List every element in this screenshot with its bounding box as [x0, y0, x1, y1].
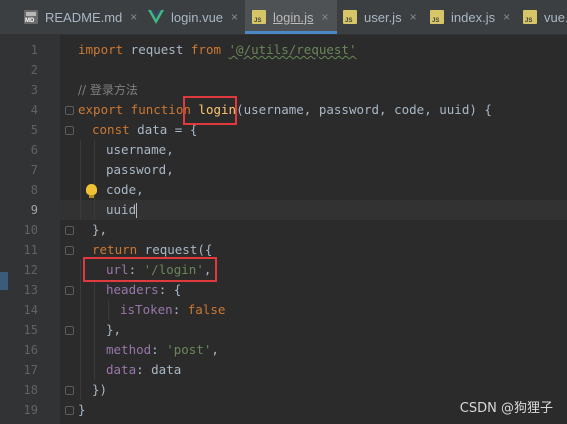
code-line-14: isToken: false [120, 300, 225, 320]
line-number: 8 [30, 183, 38, 197]
indent-guide [94, 280, 95, 380]
tab-label: README.md [45, 9, 123, 25]
keyword: return [92, 242, 138, 257]
property: headers [106, 282, 159, 297]
code-text: request({ [137, 242, 213, 257]
editor-tab-bar: README.md × login.vue × login.js × user.… [0, 0, 567, 35]
line-number: 12 [23, 263, 38, 277]
code-line-5: const data = { [92, 120, 197, 140]
line-number: 18 [23, 383, 38, 397]
property: isToken [120, 302, 173, 317]
js-file-icon [523, 10, 537, 24]
js-file-icon [430, 10, 444, 24]
fold-marker-icon[interactable] [65, 286, 74, 295]
line-number: 4 [30, 103, 38, 117]
tab-label: login.js [273, 9, 314, 25]
keyword: false [187, 302, 226, 317]
js-file-icon [252, 10, 266, 24]
fold-marker-icon[interactable] [65, 226, 74, 235]
code-line-9: uuid [106, 200, 138, 220]
tab-login-vue[interactable]: login.vue × [148, 0, 238, 34]
identifier: request [123, 42, 191, 57]
colon: : [151, 342, 167, 357]
code-line-19: } [78, 402, 86, 417]
line-number: 10 [23, 223, 38, 237]
line-number: 19 [23, 403, 38, 417]
keyword: export function [78, 102, 199, 117]
fold-marker-icon[interactable] [65, 126, 74, 135]
fold-marker-icon[interactable] [65, 386, 74, 395]
close-icon[interactable]: × [321, 10, 328, 24]
tab-login-js[interactable]: login.js × [245, 0, 338, 34]
code-line-7: password, [106, 162, 174, 177]
colon: : [172, 302, 188, 317]
line-number: 15 [23, 323, 38, 337]
line-number: 9 [30, 203, 38, 217]
text-caret [136, 203, 138, 218]
tab-readme[interactable]: README.md × [24, 0, 137, 34]
tab-label: login.vue [171, 9, 224, 25]
string-literal: 'post' [166, 342, 212, 357]
line-number: 16 [23, 343, 38, 357]
watermark: CSDN @狗狸子 [459, 401, 553, 416]
string-literal: '@/utils/request' [228, 42, 357, 57]
keyword: const [92, 122, 130, 137]
code-line-13: headers: { [106, 280, 181, 300]
tab-label: vue.c [544, 9, 567, 25]
fold-marker-icon[interactable] [65, 326, 74, 335]
line-number: 17 [23, 363, 38, 377]
code-line-16: method: 'post', [106, 340, 219, 360]
tab-label: index.js [451, 9, 496, 25]
line-number: 7 [30, 163, 38, 177]
code-line-4: export function login(username, password… [78, 100, 492, 120]
tab-user-js[interactable]: user.js × [343, 0, 417, 34]
code-line-17: data: data [106, 360, 181, 380]
close-icon[interactable]: × [231, 10, 238, 24]
markdown-file-icon [24, 10, 38, 24]
property: data [106, 362, 137, 377]
fold-marker-icon[interactable] [65, 246, 74, 255]
code-text: : { [158, 282, 182, 297]
close-icon[interactable]: × [130, 10, 137, 24]
code-line-10: }, [92, 222, 108, 237]
line-number: 14 [23, 303, 38, 317]
line-number: 3 [30, 83, 38, 97]
indent-guide [80, 140, 81, 220]
tab-vue-config[interactable]: vue.c [523, 0, 567, 34]
indent-guide [80, 260, 81, 400]
js-file-icon [343, 10, 357, 24]
close-icon[interactable]: × [503, 10, 510, 24]
code-text: : data [136, 362, 182, 377]
property: method [106, 342, 152, 357]
code-line-15: }, [106, 322, 122, 337]
code-line-3: // 登录方法 [78, 83, 138, 97]
fold-marker-icon[interactable] [65, 106, 74, 115]
keyword: from [190, 42, 221, 57]
code-text: uuid [106, 202, 137, 217]
lightbulb-icon[interactable] [86, 184, 97, 198]
fold-marker-icon[interactable] [65, 406, 74, 415]
line-number: 1 [30, 43, 38, 57]
indent-guide [108, 300, 109, 320]
code-line-8: code, [106, 182, 144, 197]
code-line-18: }) [92, 382, 108, 397]
comma: , [211, 342, 219, 357]
params: (username, password, code, uuid) { [236, 102, 492, 117]
line-number: 11 [23, 243, 38, 257]
annotation-box-login [183, 96, 237, 125]
tab-label: user.js [364, 9, 402, 25]
line-number: 6 [30, 143, 38, 157]
code-line-6: username, [106, 142, 174, 157]
indent-guide [94, 140, 95, 220]
close-icon[interactable]: × [410, 10, 417, 24]
keyword: import [78, 42, 124, 57]
vue-file-icon [148, 10, 164, 24]
tab-index-js[interactable]: index.js × [430, 0, 510, 34]
line-number: 5 [30, 123, 38, 137]
annotation-box-url [83, 257, 217, 282]
line-number: 13 [23, 283, 38, 297]
code-line-1: import request from '@/utils/request' [78, 40, 356, 60]
line-number: 2 [30, 63, 38, 77]
